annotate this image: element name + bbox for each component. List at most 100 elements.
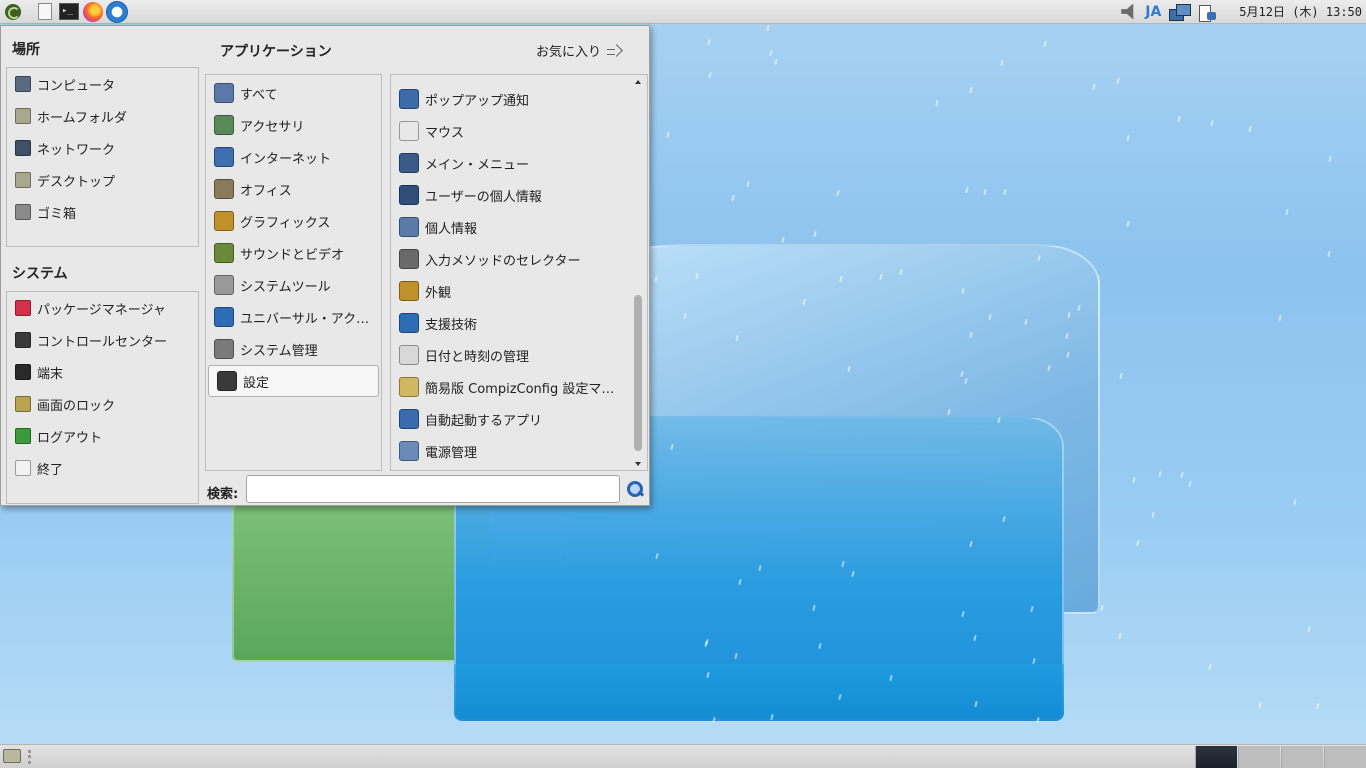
list-item[interactable]: サウンドとビデオ	[206, 237, 381, 269]
whisker-menu-button[interactable]	[2, 1, 24, 23]
list-item[interactable]: ユニバーサル・アク…	[206, 301, 381, 333]
top-panel: ▸_ JA 5月12日 (木) 13:50	[0, 0, 1366, 24]
list-item[interactable]: デスクトップ	[7, 164, 198, 196]
rain-drop	[935, 100, 940, 107]
whisker-menu: 場所 コンピュータ ホームフォルダ ネットワーク デスクトップ ゴミ箱 システム パッケ…	[0, 25, 650, 506]
list-item[interactable]: 個人情報	[391, 211, 631, 243]
firefox-icon	[83, 1, 103, 22]
list-item[interactable]: 簡易版 CompizConfig 設定マ…	[391, 371, 631, 403]
list-item-label: 端末	[37, 366, 64, 382]
firefox-launcher[interactable]	[82, 1, 104, 23]
user-info-icon	[399, 185, 419, 205]
network-button[interactable]	[1169, 0, 1192, 24]
list-item-label: パッケージマネージャ	[37, 302, 166, 318]
list-item[interactable]: オフィス	[206, 173, 381, 205]
list-item-label: 個人情報	[425, 221, 478, 237]
scroll-up-arrow-icon[interactable]	[633, 77, 643, 87]
rain-drop	[1042, 40, 1047, 48]
list-item-label: 画面のロック	[37, 398, 116, 414]
list-item[interactable]: システム管理	[206, 333, 381, 365]
list-item[interactable]: 日付と時刻の管理	[391, 339, 631, 371]
terminal-launcher[interactable]: ▸_	[58, 1, 80, 23]
autostart-icon	[399, 409, 419, 429]
workspace-3[interactable]	[1281, 746, 1323, 768]
search-label: 検索:	[207, 487, 239, 502]
rain-drop	[1179, 472, 1184, 479]
lock-screen-icon	[15, 396, 31, 412]
list-item[interactable]: 電源管理	[391, 435, 631, 467]
rain-drop	[1003, 188, 1007, 195]
list-item[interactable]: 設定	[208, 365, 379, 397]
list-item[interactable]: ログアウト	[7, 420, 198, 452]
show-desktop-button[interactable]	[3, 749, 21, 763]
thunderbird-launcher[interactable]	[106, 0, 128, 23]
list-item[interactable]: ポップアップ通知	[391, 83, 631, 115]
control-center-icon	[15, 332, 31, 348]
scroll-down-arrow-icon[interactable]	[633, 459, 643, 469]
rain-drop	[707, 38, 711, 45]
list-item-label: 終了	[37, 462, 64, 478]
workspace-1[interactable]	[1195, 746, 1237, 768]
list-item[interactable]: コンピュータ	[7, 68, 198, 100]
list-item[interactable]: インターネット	[206, 141, 381, 173]
list-item-label: コンピュータ	[37, 78, 116, 94]
list-item-label: ユーザーの個人情報	[425, 189, 542, 205]
favorites-link[interactable]: お気に入り	[536, 41, 621, 60]
rain-drop	[708, 71, 712, 79]
list-item[interactable]: 外観	[391, 275, 631, 307]
list-item[interactable]: マウス	[391, 115, 631, 147]
search-input[interactable]	[246, 475, 620, 503]
rain-drop	[1210, 119, 1215, 126]
file-manager-launcher[interactable]	[34, 1, 56, 23]
list-item[interactable]: 終了	[7, 452, 198, 484]
workspace-2[interactable]	[1238, 746, 1280, 768]
rain-drop	[1118, 632, 1122, 639]
power-manager-icon	[399, 441, 419, 461]
list-item[interactable]: 端末	[7, 356, 198, 388]
rain-drop	[1126, 220, 1130, 227]
list-item[interactable]: ホームフォルダ	[7, 100, 198, 132]
search-icon[interactable]	[627, 481, 643, 497]
rain-drop	[1258, 701, 1263, 709]
list-item-label: コントロールセンター	[37, 334, 168, 350]
volume-button[interactable]	[1121, 0, 1137, 24]
applications-title: アプリケーション	[220, 44, 332, 60]
rain-drop	[969, 86, 973, 94]
input-method-indicator[interactable]: JA	[1145, 0, 1161, 24]
list-item[interactable]: ユーザーの個人情報	[391, 179, 631, 211]
list-item-label: サウンドとビデオ	[240, 247, 345, 263]
list-item[interactable]: パッケージマネージャ	[7, 292, 198, 324]
list-item[interactable]: すべて	[206, 77, 381, 109]
apps-scrollbar[interactable]	[633, 77, 643, 469]
list-item[interactable]: 支援技術	[391, 307, 631, 339]
office-icon	[214, 179, 234, 199]
list-item[interactable]: 自動起動するアプリ	[391, 403, 631, 435]
rain-drop	[1176, 116, 1181, 123]
list-item[interactable]: メイン・メニュー	[391, 147, 631, 179]
list-item-label: ユニバーサル・アク…	[240, 311, 370, 327]
list-item[interactable]: アクセサリ	[206, 109, 381, 141]
main-menu-icon	[399, 153, 419, 173]
system-tools-icon	[214, 275, 234, 295]
list-item[interactable]: 入力メソッドのセレクター	[391, 243, 631, 275]
list-item-label: メイン・メニュー	[425, 157, 530, 173]
list-item[interactable]: コントロールセンター	[7, 324, 198, 356]
scroll-thumb[interactable]	[634, 295, 642, 451]
list-item[interactable]: システムツール	[206, 269, 381, 301]
trash-icon	[15, 204, 31, 220]
list-item-label: オフィス	[240, 183, 292, 199]
places-title: 場所	[12, 42, 40, 58]
list-item[interactable]: グラフィックス	[206, 205, 381, 237]
panel-clock[interactable]: 5月12日 (木) 13:50	[1239, 3, 1362, 20]
list-item[interactable]: ゴミ箱	[7, 196, 198, 228]
list-item[interactable]: ネットワーク	[7, 132, 198, 164]
workspace-4[interactable]	[1324, 746, 1366, 768]
rain-drop	[781, 236, 786, 243]
speaker-icon	[1121, 3, 1134, 20]
file-manager-icon	[38, 3, 52, 20]
list-item[interactable]: 画面のロック	[7, 388, 198, 420]
list-item-label: デスクトップ	[37, 174, 116, 190]
list-item-label: グラフィックス	[240, 215, 331, 231]
rain-drop	[1126, 134, 1130, 141]
power-button[interactable]	[1197, 0, 1217, 24]
